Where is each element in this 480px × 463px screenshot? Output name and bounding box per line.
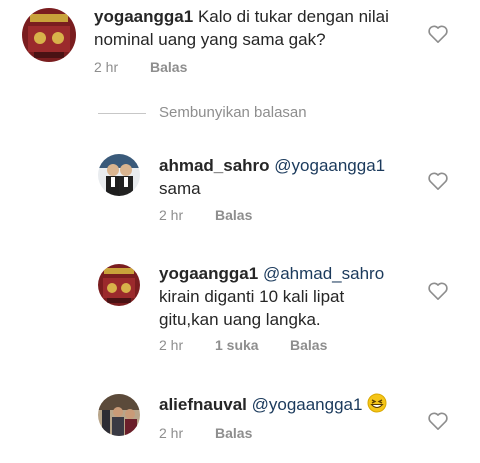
heart-outline-icon[interactable] [427,171,449,191]
avatar-aliefnauval[interactable] [98,394,140,436]
heart-outline-icon[interactable] [427,281,449,301]
reply1-username[interactable]: ahmad_sahro [159,156,270,175]
hide-replies-button[interactable]: Sembunyikan balasan [159,104,307,121]
reply3-username[interactable]: aliefnauval [159,395,247,414]
reply2-username[interactable]: yogaangga1 [159,264,258,283]
reply2-reply-button[interactable]: Balas [290,337,327,353]
reply2-mention[interactable]: @ahmad_sahro [263,264,384,283]
reply1-reply-button[interactable]: Balas [215,207,252,223]
heart-outline-icon[interactable] [427,411,449,431]
heart-outline-icon[interactable] [427,24,449,44]
reply3-reply-button[interactable]: Balas [215,425,252,441]
reply1-time: 2 hr [159,207,184,223]
avatar-yogaangga1[interactable] [22,8,76,62]
reply2-likes-button[interactable]: 1 suka [215,337,259,353]
reply2-time: 2 hr [159,337,184,353]
reply2-text-line2: kirain diganti 10 kali lipat [159,287,345,306]
comment-username[interactable]: yogaangga1 [94,7,193,26]
replies-divider [98,113,146,114]
comment-text-line1: yogaangga1 Kalo di tukar dengan nilai [94,7,389,26]
comment-reply-button[interactable]: Balas [150,59,187,75]
reply2-text-line1: yogaangga1 @ahmad_sahro [159,262,384,285]
reply3-mention[interactable]: @yogaangga1 [252,395,363,414]
reply3-time: 2 hr [159,425,184,441]
comment-text-line2: nominal uang yang sama gak? [94,30,326,49]
reply1-mention[interactable]: @yogaangga1 [274,156,385,175]
reply3-text-line1: aliefnauval @yogaangga1 [159,393,387,419]
reply1-text-line1: ahmad_sahro @yogaangga1 [159,154,385,177]
comment-time: 2 hr [94,59,119,75]
reply2-text-line3: gitu,kan uang langka. [159,310,321,329]
avatar-ahmad-sahro[interactable] [98,154,140,196]
reply1-text-line2: sama [159,179,201,198]
avatar-yogaangga1[interactable] [98,264,140,306]
emoji-grin-icon [367,393,387,419]
